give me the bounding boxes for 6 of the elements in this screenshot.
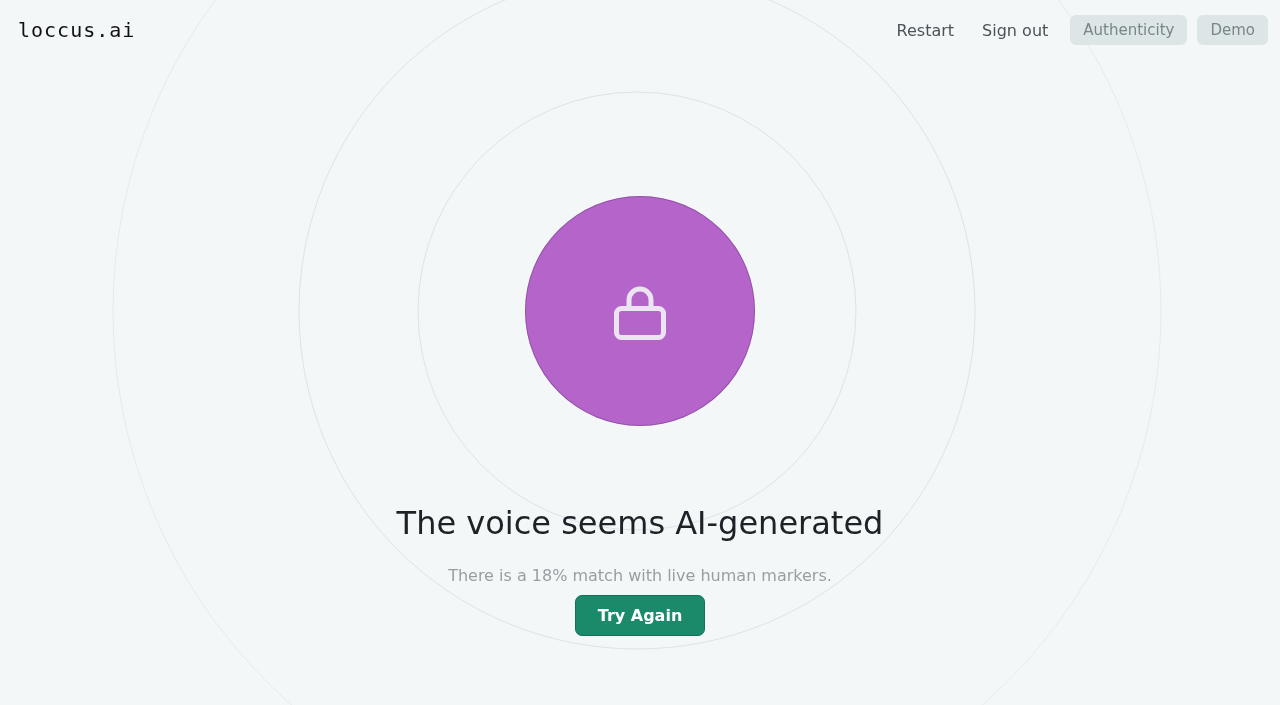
nav-link[interactable]: Sign out	[976, 20, 1055, 40]
nav-link[interactable]: Restart	[890, 20, 961, 40]
result-title: The voice seems AI-generated	[396, 504, 884, 542]
try-again-button[interactable]: Try Again	[574, 595, 706, 636]
result-message: There is a 18% match with live human markers.	[448, 566, 832, 585]
logo[interactable]: loccus.ai	[18, 18, 136, 42]
